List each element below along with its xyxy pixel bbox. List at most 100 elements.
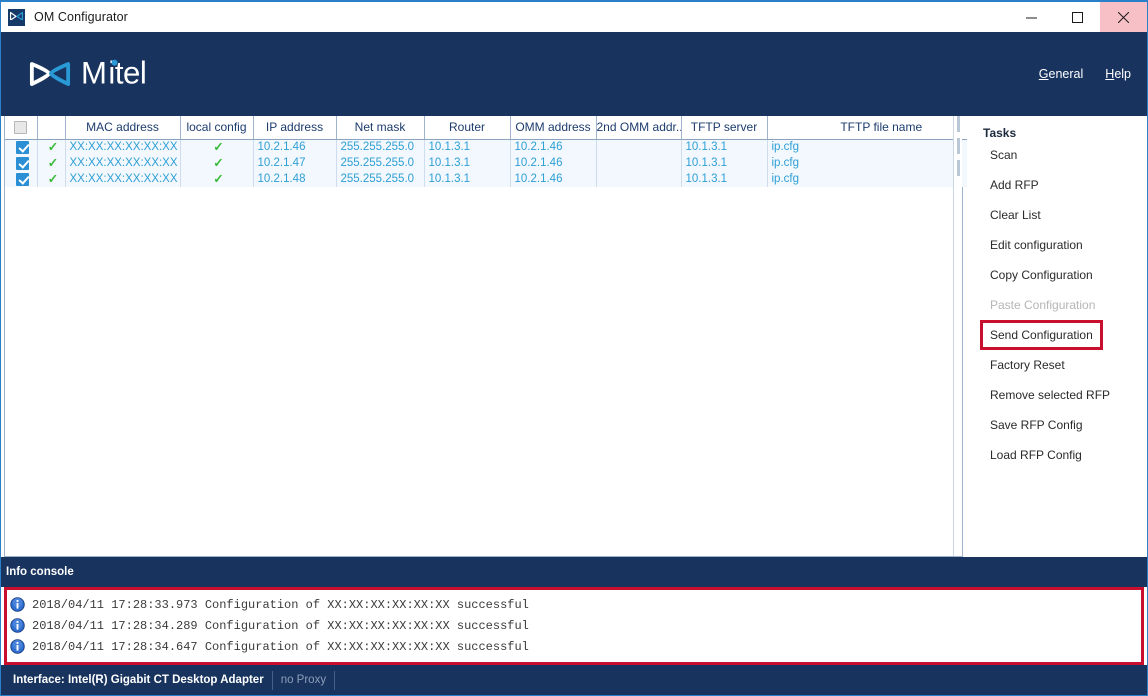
tasks-panel: Tasks Scan Add RFP Clear List Edit confi… <box>967 116 1147 557</box>
status-check-icon: ✓ <box>47 139 59 154</box>
cell-local-config: ✓ <box>180 155 254 171</box>
status-proxy: no Proxy <box>273 670 336 690</box>
cell-router: 10.1.3.1 <box>424 155 511 171</box>
task-load-rfp-config[interactable]: Load RFP Config <box>987 447 1085 463</box>
info-icon <box>10 639 25 654</box>
log-text: 2018/04/11 17:28:33.973 Configuration of… <box>32 597 529 612</box>
window-controls <box>1008 2 1147 32</box>
column-header-netmask[interactable]: Net mask <box>336 116 425 140</box>
scrollbar-segment[interactable] <box>957 138 960 154</box>
info-console-title: Info console <box>6 566 74 578</box>
row-select-cell[interactable] <box>5 171 38 187</box>
nav-general-accel: G <box>1038 67 1049 81</box>
status-check-icon: ✓ <box>47 155 59 170</box>
column-header-omm[interactable]: OMM address <box>510 116 597 140</box>
cell-omm2 <box>596 171 682 187</box>
task-send-configuration[interactable]: Send Configuration <box>980 320 1103 350</box>
row-status-cell: ✓ <box>37 171 66 187</box>
task-remove-selected-rfp[interactable]: Remove selected RFP <box>987 387 1113 403</box>
info-icon <box>10 618 25 633</box>
log-line: 2018/04/11 17:28:34.647 Configuration of… <box>10 636 1141 657</box>
cell-mac: XX:XX:XX:XX:XX:XX <box>65 155 181 171</box>
select-all-checkbox[interactable] <box>14 121 28 135</box>
row-checkbox[interactable] <box>16 140 30 154</box>
nav-link-help[interactable]: Help <box>1105 67 1131 81</box>
column-header-local-config[interactable]: local config <box>180 116 254 140</box>
cell-mac: XX:XX:XX:XX:XX:XX <box>65 139 181 155</box>
row-select-cell[interactable] <box>5 155 38 171</box>
cell-local-config: ✓ <box>180 171 254 187</box>
task-clear-list[interactable]: Clear List <box>987 207 1044 223</box>
cell-ip: 10.2.1.46 <box>253 139 337 155</box>
column-header-mac[interactable]: MAC address <box>65 116 181 140</box>
window-title: OM Configurator <box>34 10 128 24</box>
cell-router: 10.1.3.1 <box>424 171 511 187</box>
scrollbar-segment[interactable] <box>957 116 960 132</box>
cell-omm2 <box>596 139 682 155</box>
column-header-tftp-server[interactable]: TFTP server <box>681 116 768 140</box>
column-header-omm2[interactable]: 2nd OMM addr... <box>596 116 682 140</box>
cell-netmask: 255.255.255.0 <box>336 139 425 155</box>
cell-omm: 10.2.1.46 <box>510 139 597 155</box>
row-checkbox[interactable] <box>16 172 30 186</box>
device-table-pane: MAC address local config IP address Net … <box>4 116 995 557</box>
task-row: Remove selected RFP <box>967 380 1147 410</box>
scrollbar-segment[interactable] <box>957 160 960 176</box>
app-window: OM Configurator M itel General Help MAC … <box>0 0 1148 696</box>
svg-text:M: M <box>81 57 106 90</box>
table-body: ✓ XX:XX:XX:XX:XX:XX ✓ 10.2.1.46 255.255.… <box>5 139 995 187</box>
mitel-wordmark: M itel <box>81 57 147 90</box>
table-row[interactable]: ✓ XX:XX:XX:XX:XX:XX ✓ 10.2.1.48 255.255.… <box>5 171 995 187</box>
task-row: Save RFP Config <box>967 410 1147 440</box>
status-interface: Interface: Intel(R) Gigabit CT Desktop A… <box>5 670 273 690</box>
table-row[interactable]: ✓ XX:XX:XX:XX:XX:XX ✓ 10.2.1.47 255.255.… <box>5 155 995 171</box>
column-header-status[interactable] <box>37 116 66 140</box>
log-text: 2018/04/11 17:28:34.289 Configuration of… <box>32 618 529 633</box>
maximize-button[interactable] <box>1054 2 1100 32</box>
tasks-title: Tasks <box>983 126 1017 140</box>
row-status-cell: ✓ <box>37 155 66 171</box>
brand-band: M itel General Help <box>1 32 1147 116</box>
row-select-cell[interactable] <box>5 139 38 155</box>
row-checkbox[interactable] <box>16 156 30 170</box>
cell-omm: 10.2.1.46 <box>510 155 597 171</box>
main-content: MAC address local config IP address Net … <box>1 116 1147 557</box>
cell-omm2 <box>596 155 682 171</box>
task-scan[interactable]: Scan <box>987 147 1020 163</box>
column-header-router[interactable]: Router <box>424 116 511 140</box>
task-save-rfp-config[interactable]: Save RFP Config <box>987 417 1086 433</box>
cell-tftp-server: 10.1.3.1 <box>681 155 768 171</box>
task-edit-configuration[interactable]: Edit configuration <box>987 237 1086 253</box>
row-status-cell: ✓ <box>37 139 66 155</box>
table-header-row: MAC address local config IP address Net … <box>5 116 995 140</box>
table-row[interactable]: ✓ XX:XX:XX:XX:XX:XX ✓ 10.2.1.46 255.255.… <box>5 139 995 155</box>
cell-ip: 10.2.1.47 <box>253 155 337 171</box>
cell-mac: XX:XX:XX:XX:XX:XX <box>65 171 181 187</box>
column-header-select-all[interactable] <box>5 116 38 140</box>
close-button[interactable] <box>1100 2 1147 32</box>
cell-ip: 10.2.1.48 <box>253 171 337 187</box>
cell-tftp-server: 10.1.3.1 <box>681 171 768 187</box>
cell-local-config: ✓ <box>180 139 254 155</box>
log-text: 2018/04/11 17:28:34.647 Configuration of… <box>32 639 529 654</box>
task-factory-reset[interactable]: Factory Reset <box>987 357 1068 373</box>
task-add-rfp[interactable]: Add RFP <box>987 177 1042 193</box>
cell-netmask: 255.255.255.0 <box>336 155 425 171</box>
task-row: Paste Configuration <box>967 290 1147 320</box>
nav-help-accel: H <box>1105 67 1115 81</box>
status-check-icon: ✓ <box>47 171 59 186</box>
device-table: MAC address local config IP address Net … <box>5 116 995 187</box>
table-vertical-scrollbar[interactable] <box>953 116 962 556</box>
task-copy-configuration[interactable]: Copy Configuration <box>987 267 1096 283</box>
column-header-ip[interactable]: IP address <box>253 116 337 140</box>
cell-omm: 10.2.1.46 <box>510 171 597 187</box>
task-row: Add RFP <box>967 170 1147 200</box>
minimize-button[interactable] <box>1008 2 1054 32</box>
task-row: Factory Reset <box>967 350 1147 380</box>
app-icon <box>8 8 25 26</box>
info-console-body[interactable]: 2018/04/11 17:28:33.973 Configuration of… <box>4 587 1144 665</box>
maximize-icon <box>1071 11 1083 23</box>
close-icon <box>1118 11 1129 23</box>
nav-link-general[interactable]: General <box>1039 67 1083 81</box>
task-row: Scan <box>967 140 1147 170</box>
